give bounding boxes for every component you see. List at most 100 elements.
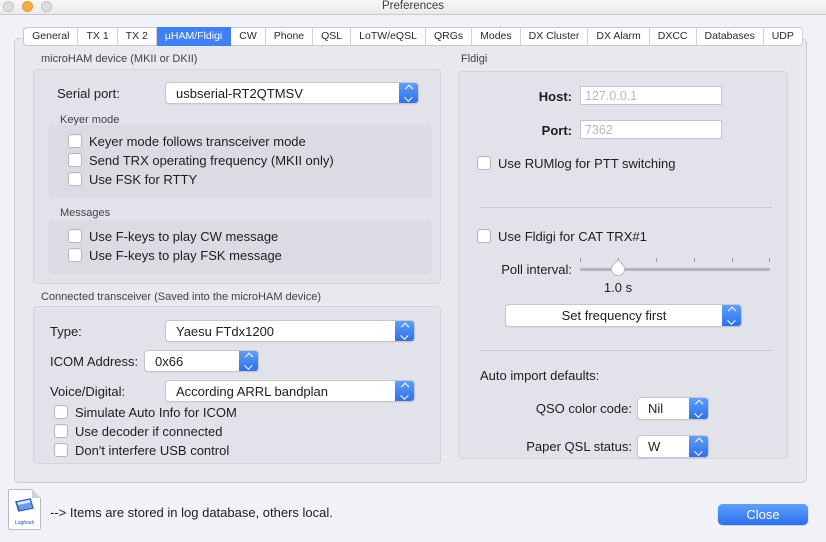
host-input[interactable] — [580, 86, 722, 105]
checkbox-row[interactable]: Use F-keys to play FSK message — [68, 248, 282, 262]
checkbox-label: Simulate Auto Info for ICOM — [75, 405, 237, 420]
close-button[interactable]: Close — [718, 504, 808, 525]
microham-group-title: microHAM device (MKII or DKII) — [41, 53, 197, 65]
frequency-mode-popup[interactable]: Set frequency first — [505, 304, 742, 327]
checkbox-icon[interactable] — [54, 443, 68, 457]
transceiver-group-title: Connected transceiver (Saved into the mi… — [41, 291, 321, 303]
type-value: Yaesu FTdx1200 — [166, 324, 395, 339]
checkbox-row[interactable]: Use F-keys to play CW message — [68, 229, 282, 243]
tab-qrgs[interactable]: QRGs — [426, 27, 472, 46]
zoom-window-icon[interactable] — [41, 1, 52, 12]
close-window-icon[interactable] — [3, 1, 14, 12]
checkbox-icon[interactable] — [68, 229, 82, 243]
checkbox-label: Use Fldigi for CAT TRX#1 — [498, 229, 647, 244]
checkbox-icon[interactable] — [68, 134, 82, 148]
tab-phone[interactable]: Phone — [266, 27, 313, 46]
qso-color-code-label: QSO color code: — [459, 401, 632, 416]
popup-stepper-icon — [689, 436, 708, 457]
microham-group-box: Serial port: usbserial-RT2QTMSV Keyer mo… — [33, 69, 441, 284]
checkbox-label: Use RUMlog for PTT switching — [498, 156, 675, 171]
checkbox-label: Use decoder if connected — [75, 424, 222, 439]
icom-address-value: 0x66 — [145, 354, 239, 369]
port-label: Port: — [459, 123, 572, 138]
popup-stepper-icon — [395, 321, 414, 341]
serial-port-label: Serial port: — [57, 86, 120, 101]
tab-dx-cluster[interactable]: DX Cluster — [521, 27, 589, 46]
divider — [480, 207, 772, 208]
icom-address-label: ICOM Address: — [50, 354, 138, 369]
minimize-window-icon[interactable] — [22, 1, 33, 12]
fldigi-group-title: Fldigi — [461, 53, 487, 65]
tab-qsl[interactable]: QSL — [313, 27, 351, 46]
tab-general[interactable]: General — [23, 27, 78, 46]
voice-digital-label: Voice/Digital: — [50, 384, 125, 399]
checkbox-icon[interactable] — [477, 156, 491, 170]
popup-stepper-icon — [689, 398, 708, 419]
paper-qsl-status-label: Paper QSL status: — [459, 439, 632, 454]
qso-color-code-popup[interactable]: Nil — [637, 397, 709, 420]
checkbox-icon[interactable] — [68, 153, 82, 167]
popup-stepper-icon — [399, 83, 418, 103]
checkbox-row[interactable]: Use FSK for RTTY — [68, 172, 334, 186]
poll-interval-slider[interactable] — [580, 256, 770, 278]
checkbox-label: Keyer mode follows transceiver mode — [89, 134, 306, 149]
tab-dxcc[interactable]: DXCC — [650, 27, 697, 46]
tab-dx-alarm[interactable]: DX Alarm — [588, 27, 649, 46]
preferences-tab-bar: General TX 1 TX 2 µHAM/Fldigi CW Phone Q… — [0, 27, 826, 46]
window-title: Preferences — [0, 0, 826, 13]
title-bar: Preferences — [0, 0, 826, 15]
icom-address-popup[interactable]: 0x66 — [144, 350, 259, 372]
divider — [480, 350, 772, 351]
frequency-mode-value: Set frequency first — [506, 308, 722, 323]
checkbox-row[interactable]: Use RUMlog for PTT switching — [477, 156, 675, 170]
qso-color-code-value: Nil — [638, 401, 689, 416]
transceiver-group-box: Type: Yaesu FTdx1200 ICOM Address: 0x66 … — [33, 306, 441, 464]
checkbox-label: Don't interfere USB control — [75, 443, 229, 458]
checkbox-icon[interactable] — [54, 424, 68, 438]
tab-cw[interactable]: CW — [231, 27, 266, 46]
logbook-icon-caption: Logbook — [9, 520, 40, 526]
auto-import-title: Auto import defaults: — [480, 368, 599, 383]
slider-tick — [732, 258, 733, 262]
tab-content-panel: microHAM device (MKII or DKII) Serial po… — [14, 38, 807, 483]
fldigi-group-box: Host: Port: Use RUMlog for PTT switching… — [458, 71, 788, 459]
type-popup[interactable]: Yaesu FTdx1200 — [165, 320, 415, 342]
checkbox-row[interactable]: Don't interfere USB control — [54, 443, 237, 457]
paper-qsl-status-popup[interactable]: W — [637, 435, 709, 458]
book-icon — [13, 497, 36, 519]
serial-port-value: usbserial-RT2QTMSV — [166, 86, 399, 101]
checkbox-icon[interactable] — [68, 172, 82, 186]
checkbox-row[interactable]: Send TRX operating frequency (MKII only) — [68, 153, 334, 167]
checkbox-row[interactable]: Simulate Auto Info for ICOM — [54, 405, 237, 419]
poll-interval-value: 1.0 s — [580, 280, 656, 295]
type-label: Type: — [50, 324, 82, 339]
popup-stepper-icon — [395, 381, 414, 401]
footer-note: --> Items are stored in log database, ot… — [50, 505, 333, 520]
messages-box: Use F-keys to play CW message Use F-keys… — [48, 220, 432, 274]
tab-udp[interactable]: UDP — [764, 27, 803, 46]
tab-lotw-eqsl[interactable]: LoTW/eQSL — [351, 27, 426, 46]
voice-digital-value: According ARRL bandplan — [166, 384, 395, 399]
tab-databases[interactable]: Databases — [697, 27, 764, 46]
messages-title: Messages — [60, 207, 110, 219]
checkbox-icon[interactable] — [68, 248, 82, 262]
tab-tx1[interactable]: TX 1 — [78, 27, 117, 46]
slider-track[interactable] — [580, 268, 770, 271]
serial-port-popup[interactable]: usbserial-RT2QTMSV — [165, 82, 419, 104]
checkbox-label: Use F-keys to play CW message — [89, 229, 278, 244]
checkbox-row[interactable]: Use decoder if connected — [54, 424, 237, 438]
tab-tx2[interactable]: TX 2 — [118, 27, 157, 46]
checkbox-row[interactable]: Use Fldigi for CAT TRX#1 — [477, 229, 647, 243]
popup-stepper-icon — [239, 351, 258, 371]
checkbox-row[interactable]: Keyer mode follows transceiver mode — [68, 134, 334, 148]
popup-stepper-icon — [722, 305, 741, 326]
tab-uham-fldigi[interactable]: µHAM/Fldigi — [157, 27, 231, 46]
port-input[interactable] — [580, 120, 722, 139]
tab-modes[interactable]: Modes — [472, 27, 521, 46]
checkbox-icon[interactable] — [54, 405, 68, 419]
paper-qsl-status-value: W — [638, 439, 689, 454]
slider-tick — [769, 258, 770, 262]
slider-thumb-icon[interactable] — [610, 259, 626, 276]
voice-digital-popup[interactable]: According ARRL bandplan — [165, 380, 415, 402]
checkbox-icon[interactable] — [477, 229, 491, 243]
